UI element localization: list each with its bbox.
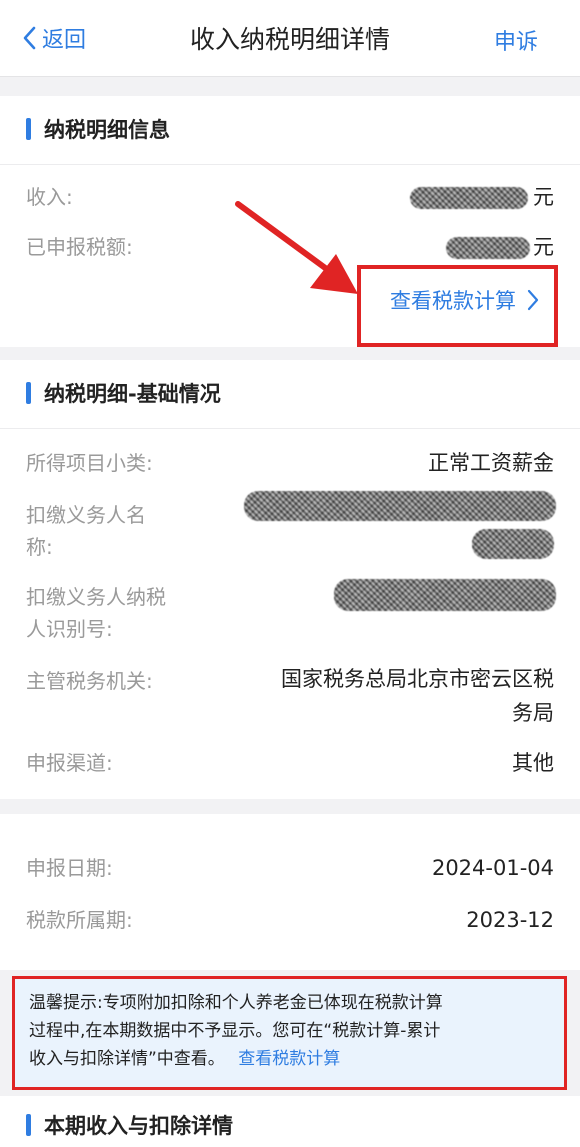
withholder-name-label-line1: 扣缴义务人名 — [26, 503, 146, 527]
declared-tax-unit: 元 — [533, 235, 554, 259]
appeal-button[interactable]: 申诉 — [494, 24, 538, 56]
declared-tax-label: 已申报税额: — [26, 235, 133, 259]
notice-box: 温馨提示:专项附加扣除和个人养老金已体现在税款计算 过程中,在本期数据中不予显示… — [12, 976, 567, 1090]
bottom-section-header: 本期收入与扣除详情 — [0, 1096, 580, 1147]
basic-info-header: 纳税明细-基础情况 — [0, 360, 580, 428]
highlight-box — [357, 265, 558, 347]
tax-period-label: 税款所属期: — [26, 908, 133, 932]
declare-date-label: 申报日期: — [26, 856, 113, 880]
income-label: 收入: — [26, 185, 73, 209]
withholder-name-redacted-2 — [472, 529, 554, 559]
declared-tax-value-redacted — [446, 237, 530, 259]
section-title: 纳税明细-基础情况 — [44, 382, 221, 406]
tax-info-header: 纳税明细信息 — [0, 96, 580, 164]
tax-authority-value-line2: 务局 — [512, 701, 554, 725]
dates-card: 申报日期: 2024-01-04 税款所属期: 2023-12 — [0, 814, 580, 970]
declare-channel-value: 其他 — [512, 751, 554, 775]
section-accent-bar — [26, 1114, 31, 1136]
notice-line-3: 收入与扣除详情”中查看。 查看税款计算 — [29, 1045, 443, 1073]
notice-line-1: 温馨提示:专项附加扣除和个人养老金已体现在税款计算 — [29, 993, 443, 1013]
tax-authority-label: 主管税务机关: — [26, 669, 153, 693]
income-unit: 元 — [533, 185, 554, 209]
income-category-value: 正常工资薪金 — [428, 451, 554, 475]
notice-line-2: 过程中,在本期数据中不予显示。您可在“税款计算-累计 — [29, 1021, 441, 1041]
withholder-taxid-redacted — [334, 579, 556, 611]
withholder-name-label-line2: 称: — [26, 535, 53, 559]
notice-text: 温馨提示:专项附加扣除和个人养老金已体现在税款计算 过程中,在本期数据中不予显示… — [29, 989, 443, 1073]
income-value-redacted — [410, 187, 528, 209]
income-category-label: 所得项目小类: — [26, 451, 153, 475]
withholder-name-redacted — [244, 491, 556, 521]
notice-line-3-text: 收入与扣除详情”中查看。 — [29, 1049, 225, 1069]
basic-info-card: 所得项目小类: 正常工资薪金 扣缴义务人名 称: 扣缴义务人纳税 人识别号: 主… — [0, 428, 580, 799]
section-title: 本期收入与扣除详情 — [44, 1114, 233, 1138]
withholder-taxid-label-line2: 人识别号: — [26, 617, 113, 641]
declare-date-value: 2024-01-04 — [431, 856, 554, 880]
red-arrow-icon — [235, 201, 358, 294]
section-accent-bar — [26, 382, 31, 404]
tax-period-value: 2023-12 — [466, 908, 554, 932]
notice-view-calc-link[interactable]: 查看税款计算 — [238, 1049, 340, 1069]
section-title: 纳税明细信息 — [44, 118, 170, 142]
tax-authority-value-line1: 国家税务总局北京市密云区税 — [281, 667, 554, 691]
declare-channel-label: 申报渠道: — [26, 751, 113, 775]
withholder-taxid-label-line1: 扣缴义务人纳税 — [26, 585, 166, 609]
navigation-bar: 返回 收入纳税明细详情 申诉 — [0, 0, 580, 77]
section-accent-bar — [26, 118, 31, 140]
